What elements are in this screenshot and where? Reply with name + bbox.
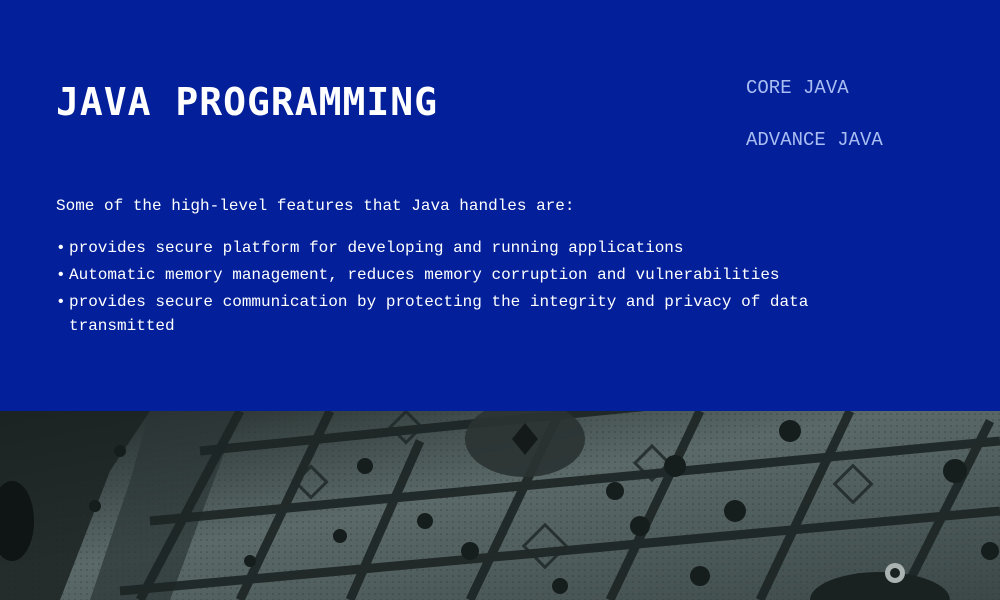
list-item: • provides secure platform for developin…: [56, 236, 816, 260]
nav-menu: CORE JAVA ADVANCE JAVA: [746, 76, 883, 152]
machinery-banner-image: [0, 411, 1000, 600]
page-title: JAVA PROGRAMMING: [56, 80, 439, 124]
list-item: • provides secure communication by prote…: [56, 290, 816, 338]
intro-text: Some of the high-level features that Jav…: [56, 197, 575, 215]
machinery-illustration: [0, 411, 1000, 600]
list-item: • Automatic memory management, reduces m…: [56, 263, 816, 287]
bullet-icon: •: [56, 239, 66, 257]
header-panel: JAVA PROGRAMMING CORE JAVA ADVANCE JAVA …: [0, 0, 1000, 411]
feature-list: • provides secure platform for developin…: [56, 236, 816, 341]
nav-item-advance-java[interactable]: ADVANCE JAVA: [746, 128, 883, 152]
list-item-text: Automatic memory management, reduces mem…: [69, 266, 780, 284]
bullet-icon: •: [56, 293, 66, 311]
nav-item-core-java[interactable]: CORE JAVA: [746, 76, 883, 100]
list-item-text: provides secure platform for developing …: [69, 239, 684, 257]
list-item-text: provides secure communication by protect…: [69, 293, 809, 335]
bullet-icon: •: [56, 266, 66, 284]
